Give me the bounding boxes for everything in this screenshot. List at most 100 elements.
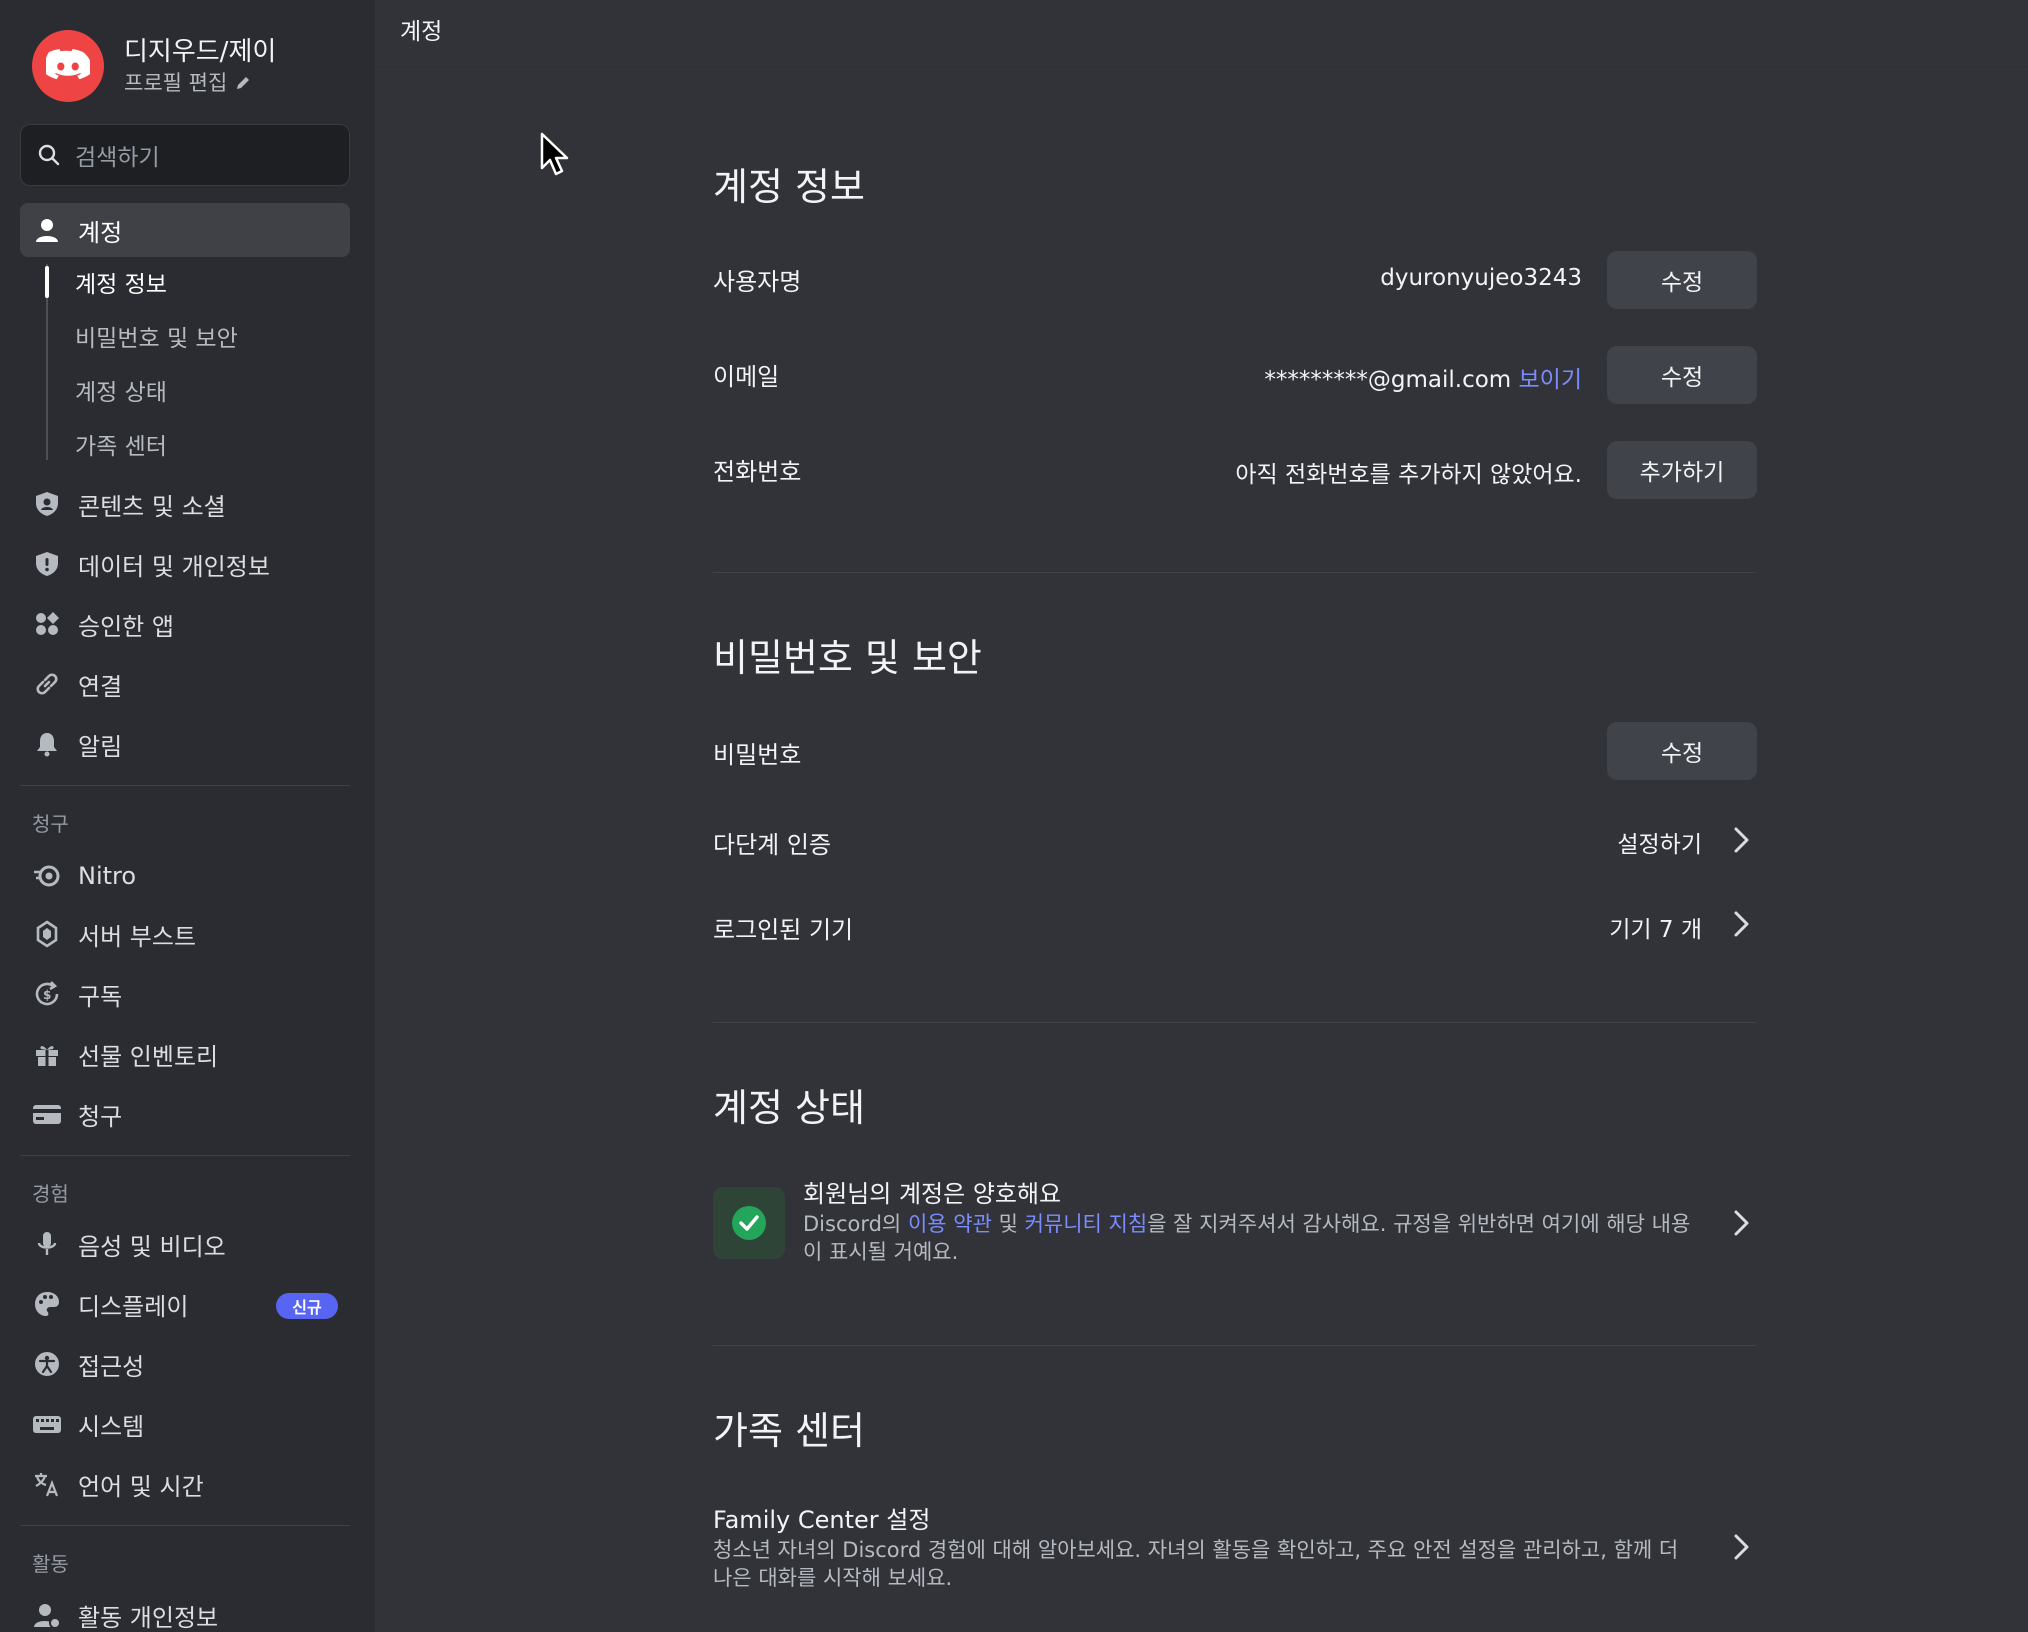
link-icon	[32, 669, 62, 699]
edit-username-button[interactable]: 수정	[1607, 251, 1757, 309]
section-label-activity: 활동	[32, 1552, 69, 1576]
nitro-icon	[32, 861, 62, 891]
subscription-icon: $	[32, 979, 62, 1009]
profile-header[interactable]: 디지우드/제이 프로필 편집	[32, 30, 276, 102]
sidebar-item-label: 알림	[78, 732, 123, 761]
sidebar-item-connections[interactable]: 연결	[20, 657, 350, 711]
email-row-value: *********@gmail.com 보이기	[1264, 360, 1582, 394]
sidebar-item-subscriptions[interactable]: $ 구독	[20, 967, 350, 1021]
add-phone-button[interactable]: 추가하기	[1607, 441, 1757, 499]
user-icon	[32, 215, 62, 245]
chevron-right-icon[interactable]	[1728, 1532, 1754, 1562]
mfa-action[interactable]: 설정하기	[1617, 825, 1702, 859]
microphone-icon	[32, 1229, 62, 1259]
avatar[interactable]	[32, 30, 104, 102]
community-guidelines-link[interactable]: 커뮤니티 지침	[1025, 1212, 1148, 1236]
apps-icon	[32, 609, 62, 639]
search-input[interactable]: 검색하기	[20, 124, 350, 186]
sidebar-item-server-boost[interactable]: 서버 부스트	[20, 907, 350, 961]
sidebar-divider	[20, 785, 350, 786]
email-value: *********@gmail.com	[1264, 367, 1512, 393]
section-divider	[713, 1022, 1757, 1023]
section-divider	[713, 572, 1757, 573]
status-desc-text: Discord의	[803, 1212, 908, 1236]
sidebar-item-language-time[interactable]: 언어 및 시간	[20, 1457, 350, 1511]
shield-icon	[32, 549, 62, 579]
section-title-family-center: 가족 센터	[713, 1409, 865, 1453]
boost-icon	[32, 919, 62, 949]
sidebar-item-activity-privacy[interactable]: 활동 개인정보	[20, 1588, 350, 1632]
sidebar-item-label: 청구	[78, 1102, 123, 1131]
sidebar-item-label: Nitro	[78, 862, 137, 890]
section-title-account-info: 계정 정보	[713, 165, 865, 209]
phone-label: 전화번호	[713, 458, 802, 486]
section-label-experience: 경험	[32, 1182, 69, 1206]
sidebar-item-nitro[interactable]: Nitro	[20, 849, 350, 903]
mfa-label[interactable]: 다단계 인증	[713, 825, 831, 860]
account-status-description: Discord의 이용 약관 및 커뮤니티 지침을 잘 지켜주셔서 감사해요. …	[803, 1210, 1703, 1266]
chevron-right-icon[interactable]	[1728, 825, 1754, 855]
topbar-divider	[375, 66, 2028, 67]
sidebar-item-account[interactable]: 계정	[20, 203, 350, 257]
chevron-right-icon[interactable]	[1728, 909, 1754, 939]
user-activity-icon	[32, 1600, 62, 1630]
bell-icon	[32, 729, 62, 759]
search-placeholder: 검색하기	[75, 145, 160, 171]
section-divider	[713, 1345, 1757, 1346]
translate-icon	[32, 1469, 62, 1499]
shield-user-icon	[32, 489, 62, 519]
sidebar-item-label: 서버 부스트	[78, 922, 197, 951]
sidebar-item-data-privacy[interactable]: 데이터 및 개인정보	[20, 537, 350, 591]
sidebar-item-notifications[interactable]: 알림	[20, 717, 350, 771]
family-center-settings-title[interactable]: Family Center 설정	[713, 1500, 930, 1535]
terms-of-service-link[interactable]: 이용 약관	[908, 1212, 992, 1236]
sidebar-item-billing[interactable]: 청구	[20, 1087, 350, 1141]
edit-email-button[interactable]: 수정	[1607, 346, 1757, 404]
sidebar-item-system[interactable]: 시스템	[20, 1397, 350, 1451]
palette-icon	[32, 1289, 62, 1319]
sidebar-item-voice-video[interactable]: 음성 및 비디오	[20, 1217, 350, 1271]
sidebar-item-label: 구독	[78, 982, 123, 1011]
sidebar-item-label: 계정	[78, 218, 123, 247]
sidebar-item-authorized-apps[interactable]: 승인한 앱	[20, 597, 350, 651]
section-title-account-status: 계정 상태	[713, 1086, 865, 1130]
sidebar-item-accessibility[interactable]: 접근성	[20, 1337, 350, 1391]
edit-password-button[interactable]: 수정	[1607, 722, 1757, 780]
section-label-billing: 청구	[32, 812, 69, 836]
sidebar-item-label: 연결	[78, 672, 123, 701]
account-status-title: 회원님의 계정은 양호해요	[803, 1180, 1062, 1208]
logged-in-devices-label[interactable]: 로그인된 기기	[713, 910, 853, 945]
sidebar-item-gift-inventory[interactable]: 선물 인벤토리	[20, 1027, 350, 1081]
sidebar-item-content-social[interactable]: 콘텐츠 및 소셜	[20, 477, 350, 531]
credit-card-icon	[32, 1099, 62, 1129]
sidebar-subitem-account-status[interactable]: 계정 상태	[75, 370, 167, 410]
discord-logo-icon	[46, 49, 90, 80]
search-icon	[38, 144, 60, 166]
password-label: 비밀번호	[713, 741, 802, 769]
logged-in-devices-count[interactable]: 기기 7 개	[1609, 910, 1702, 944]
sidebar-item-label: 언어 및 시간	[78, 1472, 204, 1501]
keyboard-icon	[32, 1409, 62, 1439]
profile-name: 디지우드/제이	[124, 37, 277, 67]
sidebar-item-label: 선물 인벤토리	[78, 1042, 219, 1071]
username-value: dyuronyujeo3243	[1380, 265, 1582, 291]
status-desc-text: 및	[991, 1212, 1025, 1236]
chevron-right-icon[interactable]	[1728, 1208, 1754, 1238]
sidebar-subitem-account-info[interactable]: 계정 정보	[75, 262, 167, 302]
sidebar-subitem-password-security[interactable]: 비밀번호 및 보안	[75, 316, 238, 356]
email-label: 이메일	[713, 363, 780, 391]
status-good-badge	[713, 1187, 785, 1259]
edit-profile-label: 프로필 편집	[124, 71, 228, 95]
edit-profile-link[interactable]: 프로필 편집	[124, 69, 276, 97]
gift-icon	[32, 1039, 62, 1069]
svg-text:$: $	[43, 988, 51, 1002]
sidebar-item-label: 데이터 및 개인정보	[78, 552, 270, 581]
sub-nav-indicator	[45, 266, 49, 298]
sidebar-subitem-family-center[interactable]: 가족 센터	[75, 424, 167, 464]
sidebar-item-label: 음성 및 비디오	[78, 1232, 226, 1261]
reveal-email-link[interactable]: 보이기	[1519, 367, 1582, 393]
check-circle-icon	[732, 1206, 766, 1240]
sidebar-divider	[20, 1525, 350, 1526]
sidebar-item-label: 접근성	[78, 1352, 145, 1381]
sidebar-item-label: 콘텐츠 및 소셜	[78, 492, 226, 521]
